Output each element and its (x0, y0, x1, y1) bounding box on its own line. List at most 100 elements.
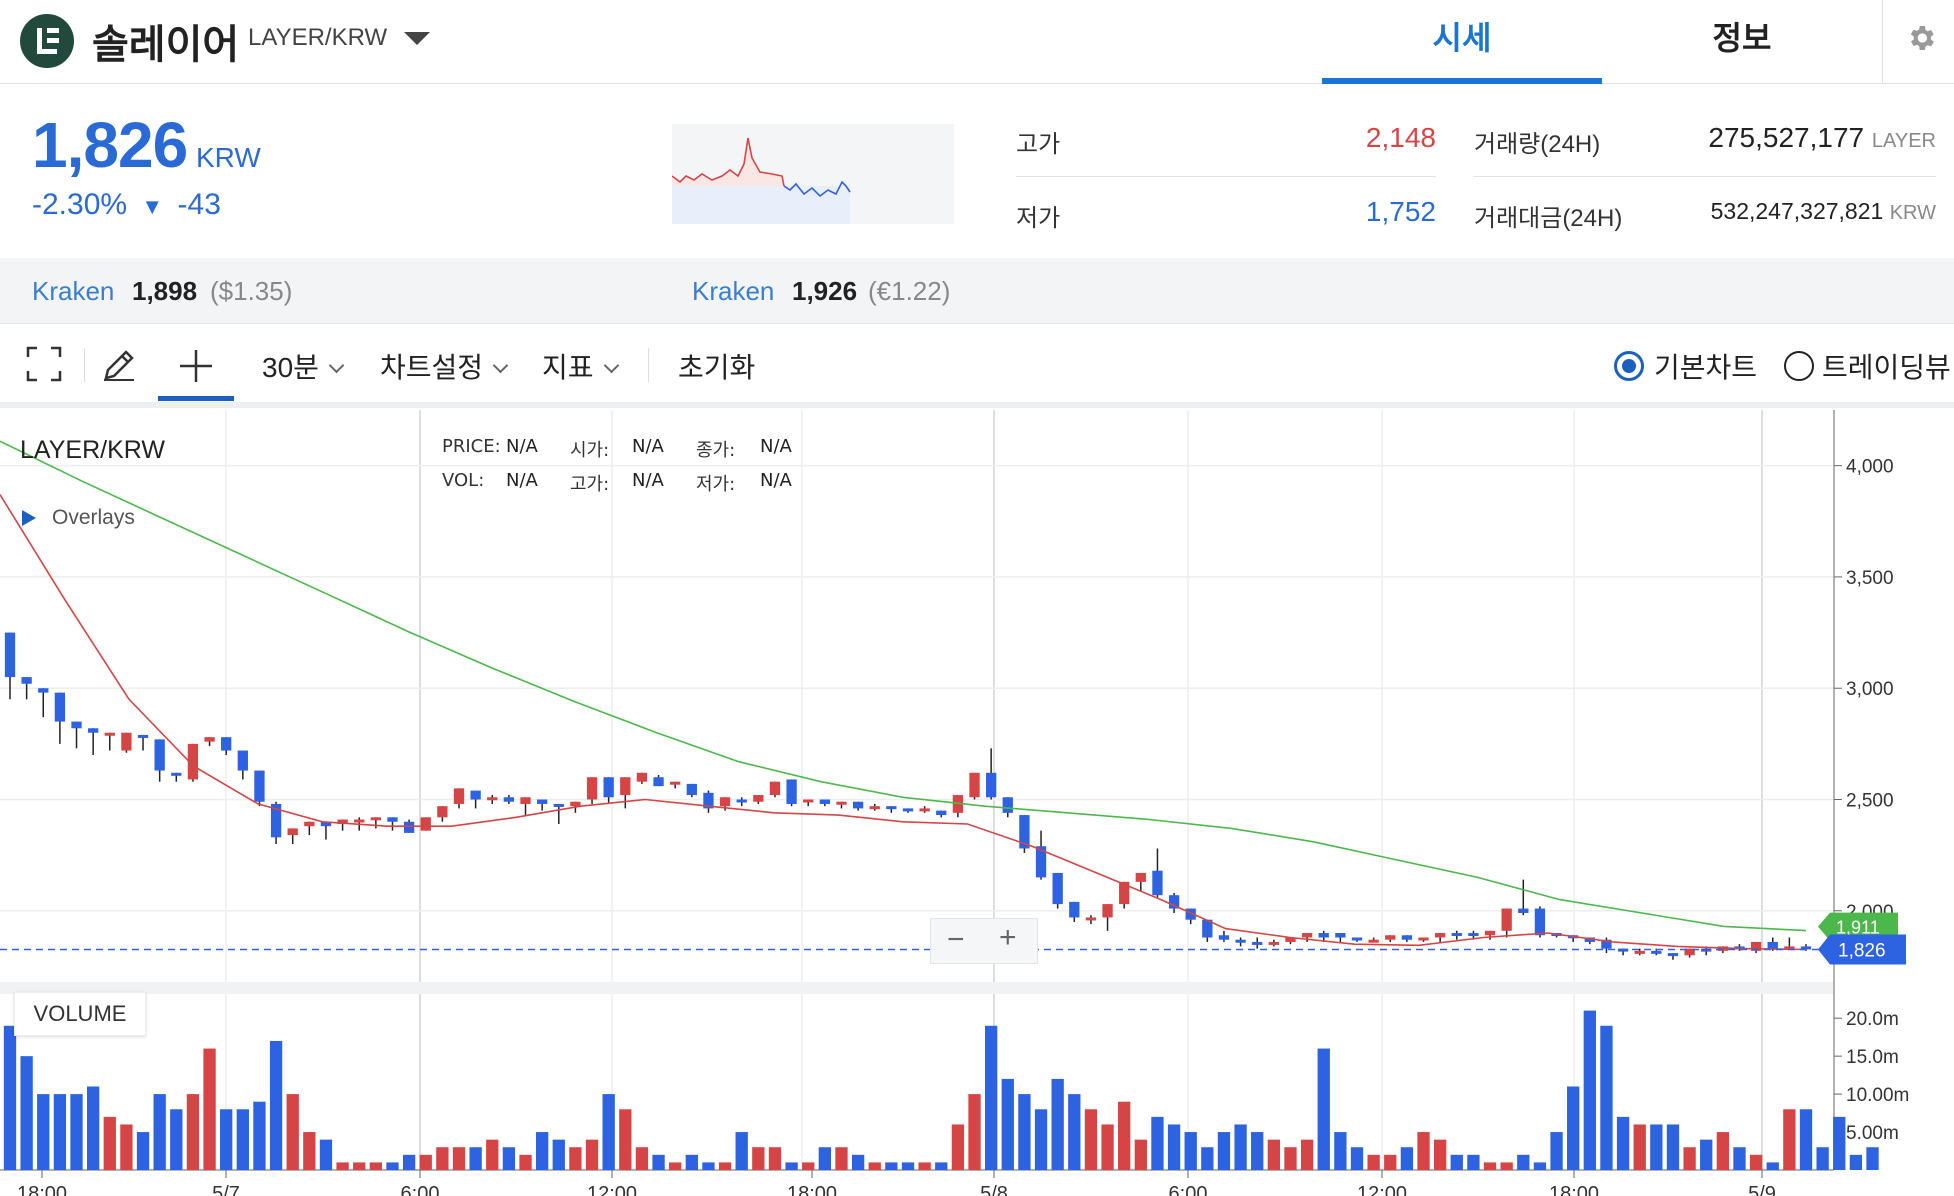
moving-average-short (0, 494, 1807, 951)
volume-bar (1251, 1132, 1264, 1170)
info-price-value: N/A (506, 436, 538, 457)
volume-bar (203, 1048, 216, 1170)
candle-up (1268, 941, 1280, 945)
volume-bar (835, 1147, 848, 1170)
candle-up (919, 808, 930, 812)
candle-up (420, 817, 431, 831)
candle-down (736, 799, 747, 803)
volume-bar (1051, 1078, 1064, 1170)
volume-bar (1350, 1147, 1364, 1170)
x-tick-label: 12:00 (1357, 1183, 1407, 1196)
volume-bar (785, 1162, 798, 1170)
candle-up (620, 777, 631, 796)
tradingview-label[interactable]: 트레이딩뷰 (1822, 346, 1951, 386)
volume-bar (1084, 1109, 1098, 1170)
active-tool-indicator (158, 396, 234, 401)
candle-down (1468, 933, 1479, 937)
volume-bar (1533, 1162, 1547, 1170)
chart-settings-dropdown[interactable]: 차트설정 (380, 346, 509, 386)
volume-bar (1467, 1154, 1480, 1170)
volume-bar (1550, 1132, 1563, 1170)
candle-up (586, 777, 598, 800)
x-tick-label: 12:00 (587, 1183, 637, 1196)
zoom-in-button[interactable]: + (999, 921, 1017, 955)
candle-down (54, 692, 66, 722)
volume-bar (1217, 1132, 1231, 1170)
value-24h-value: 532,247,327,821 (1710, 198, 1884, 224)
basic-chart-label[interactable]: 기본차트 (1654, 346, 1757, 386)
candle-down (1318, 933, 1329, 938)
chart-canvas[interactable]: 4,0003,5003,0002,5002,00020.0m15.0m10.00… (0, 410, 1954, 1196)
tab-price[interactable]: 시세 (1322, 0, 1602, 84)
reset-button[interactable]: 초기화 (678, 346, 755, 386)
volume-bar (1567, 1086, 1580, 1170)
fullscreen-icon[interactable] (26, 346, 62, 382)
candle-down (221, 737, 232, 751)
volume-bar (1201, 1147, 1214, 1170)
info-open-label: 시가: (570, 440, 610, 461)
value-unit: KRW (1889, 202, 1936, 224)
volume-24h: 275,527,177 LAYER (1640, 122, 1936, 154)
candle-up (670, 781, 681, 785)
volume-bar (1334, 1132, 1347, 1170)
candle-down (1218, 935, 1230, 940)
volume-bar (486, 1139, 499, 1170)
radio-tradingview[interactable] (1784, 351, 1814, 381)
interval-dropdown[interactable]: 30분 (262, 346, 345, 386)
candle-down (1401, 935, 1413, 940)
settings-button[interactable] (1882, 0, 1954, 84)
exchange-name-2[interactable]: Kraken (692, 276, 774, 307)
pencil-icon[interactable] (100, 346, 138, 384)
overlays-expand-icon[interactable] (22, 510, 36, 526)
volume-bar (1018, 1094, 1031, 1170)
volume-bar (602, 1094, 615, 1170)
volume-bar (386, 1162, 399, 1170)
candle-up (304, 821, 315, 827)
divider (1016, 176, 1436, 177)
exchange-name-1[interactable]: Kraken (32, 276, 114, 307)
volume-bar (984, 1025, 998, 1170)
volume-tick-label: 5.00m (1846, 1123, 1899, 1144)
volume-bar (1666, 1124, 1680, 1170)
candle-down (902, 808, 914, 812)
chart-settings-label: 차트설정 (380, 352, 484, 383)
candle-up (1634, 950, 1645, 954)
volume-bar (1134, 1139, 1147, 1170)
low-value: 1,752 (1365, 196, 1436, 227)
volume-bar (1167, 1124, 1181, 1170)
pair-dropdown-icon[interactable] (404, 32, 430, 45)
tab-info[interactable]: 정보 (1602, 0, 1882, 84)
volume-bar (436, 1147, 449, 1170)
volume-bar (918, 1162, 931, 1170)
volume-bar (1583, 1010, 1596, 1170)
volume-bar (1866, 1147, 1879, 1170)
candle-up (836, 801, 847, 805)
candle-down (1534, 908, 1546, 936)
candle-down (1518, 908, 1529, 914)
volume-bar (70, 1094, 83, 1170)
exchange-price-2: 1,926 (792, 276, 858, 306)
candle-up (1418, 937, 1429, 941)
candle-down (653, 777, 664, 787)
candle-up (570, 801, 581, 807)
price-chart[interactable]: 4,000 3,500 3,000 2,500 2,000 20.0m 15.0m 10.00… (0, 410, 1954, 1196)
x-tick-label: 5/8 (980, 1183, 1008, 1196)
y-tick-label: 2,500 (1846, 790, 1894, 811)
candle-up (287, 828, 298, 836)
candle-down (1252, 941, 1263, 945)
volume-bar (1766, 1162, 1779, 1170)
candle-up (204, 737, 215, 742)
volume-bar (1118, 1101, 1131, 1170)
interval-label: 30분 (262, 352, 319, 383)
indicators-dropdown[interactable]: 지표 (542, 346, 619, 386)
volume-bar (319, 1139, 333, 1170)
candle-up (1501, 908, 1512, 931)
candle-up (1434, 933, 1446, 938)
radio-basic-chart[interactable] (1614, 351, 1644, 381)
volume-bar (935, 1162, 948, 1170)
volume-bar (286, 1094, 299, 1170)
crosshair-icon[interactable] (178, 348, 214, 384)
overlays-toggle[interactable]: Overlays (52, 506, 135, 530)
zoom-out-button[interactable]: − (947, 923, 965, 957)
candle-up (104, 732, 115, 736)
